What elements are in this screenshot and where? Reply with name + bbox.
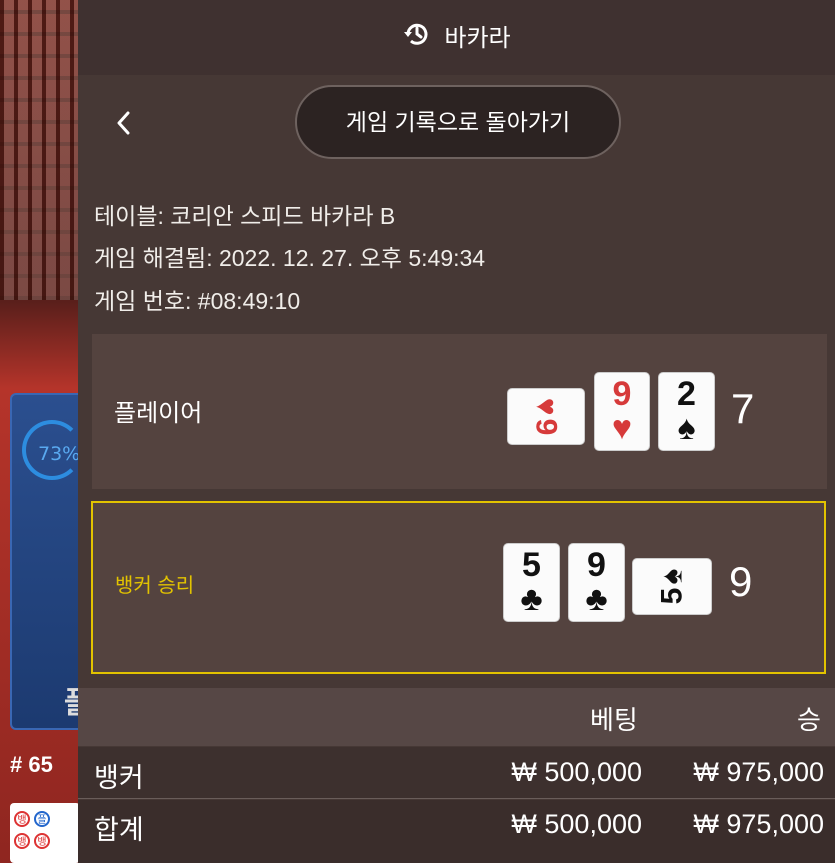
card-rank: 9 xyxy=(612,375,632,413)
win-amount: ₩ 975,000 xyxy=(693,757,824,787)
road-mark: 플 xyxy=(34,811,50,827)
card-suit: ♥ xyxy=(611,409,633,447)
card-rank: 5 xyxy=(522,546,541,584)
background-percent: 73% xyxy=(38,443,81,465)
banker-card-3: 5 ♠ xyxy=(632,558,712,615)
banker-card-2: 9 ♣ xyxy=(568,543,625,622)
card-rank: 5 xyxy=(655,587,688,605)
card-suit: ♣ xyxy=(520,580,543,618)
banker-card-1: 5 ♣ xyxy=(503,543,560,622)
card-suit: ♣ xyxy=(585,580,608,618)
banker-hand-row: 뱅커 승리 5 ♣ 9 ♣ 5 ♠ 9 xyxy=(91,501,826,674)
player-hand-row: 플레이어 ♥ 9 9 ♥ 2 ♠ 7 xyxy=(92,334,827,489)
banker-score: 9 xyxy=(729,558,753,605)
background-lattice xyxy=(0,0,90,300)
total-bet-amount: ₩ 500,000 xyxy=(511,809,642,839)
road-mark: 뱅 xyxy=(34,833,50,849)
bet-name: 뱅커 xyxy=(94,763,144,793)
background-round-number: # 65 xyxy=(10,752,53,777)
bets-table-header xyxy=(78,688,835,746)
win-column-header: 승 xyxy=(797,705,821,735)
page-title: 바카라 xyxy=(444,25,511,52)
table-name: 테이블: 코리안 스피드 바카라 B xyxy=(94,203,396,229)
card-rank: 9 xyxy=(530,418,563,436)
back-chevron-icon[interactable] xyxy=(112,108,136,138)
total-win-amount: ₩ 975,000 xyxy=(693,809,824,839)
card-rank: 9 xyxy=(587,546,606,584)
player-label: 플레이어 xyxy=(114,400,203,427)
player-card-1: 9 ♥ xyxy=(594,372,650,451)
card-suit: ♥ xyxy=(530,397,563,416)
back-to-history-button[interactable]: 게임 기록으로 돌아가기 xyxy=(295,85,621,159)
player-card-2: 2 ♠ xyxy=(658,372,715,451)
card-suit: ♠ xyxy=(677,409,696,447)
game-number: 게임 번호: #08:49:10 xyxy=(94,288,301,314)
road-mark: 뱅 xyxy=(14,833,30,849)
background-bead-road: 뱅 플 뱅 뱅 xyxy=(10,803,80,863)
card-rank: 2 xyxy=(677,375,696,413)
header: 바카라 xyxy=(78,18,835,53)
banker-win-label: 뱅커 승리 xyxy=(115,575,195,597)
card-suit: ♠ xyxy=(655,568,688,585)
total-label: 합계 xyxy=(94,815,144,845)
history-icon xyxy=(402,19,432,53)
bet-amount: ₩ 500,000 xyxy=(511,757,642,787)
resolved-time: 게임 해결됨: 2022. 12. 27. 오후 5:49:34 xyxy=(94,245,486,271)
bet-column-header: 베팅 xyxy=(590,705,638,735)
road-mark: 뱅 xyxy=(14,811,30,827)
player-score: 7 xyxy=(731,385,755,432)
player-card-3: ♥ 9 xyxy=(507,388,585,445)
